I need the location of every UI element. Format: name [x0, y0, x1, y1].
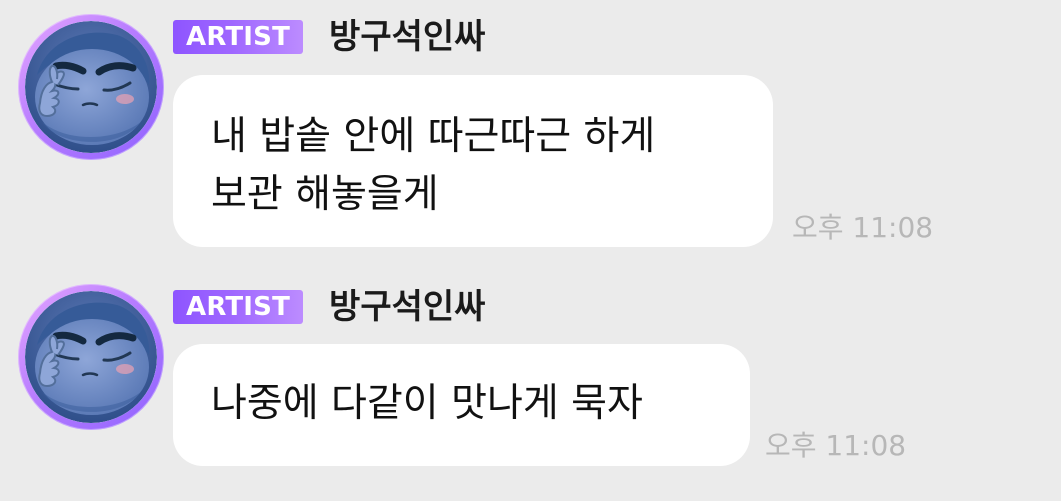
message-header: ARTIST 방구석인싸 [173, 15, 485, 59]
avatar-image [25, 291, 157, 423]
sender-name: 방구석인싸 [329, 287, 486, 327]
sender-name: 방구석인싸 [329, 17, 486, 57]
blue-round-character-avatar-icon [25, 21, 157, 153]
message-text: 내 밥솥 안에 따근따근 하게 보관 해놓을게 [211, 114, 656, 217]
message-text: 나중에 다같이 맛나게 묵자 [211, 381, 643, 426]
message-bubble[interactable]: 나중에 다같이 맛나게 묵자 [173, 344, 750, 466]
message-header: ARTIST 방구석인싸 [173, 285, 485, 329]
message-time: 오후 11:08 [765, 429, 907, 462]
artist-badge: ARTIST [173, 290, 304, 324]
blue-round-character-avatar-icon [25, 291, 157, 423]
avatar-image [25, 21, 157, 153]
artist-avatar[interactable] [18, 14, 164, 160]
artist-badge: ARTIST [173, 20, 304, 54]
message-bubble[interactable]: 내 밥솥 안에 따근따근 하게 보관 해놓을게 [173, 75, 773, 247]
artist-avatar[interactable] [18, 284, 164, 430]
message-time: 오후 11:08 [792, 211, 934, 244]
